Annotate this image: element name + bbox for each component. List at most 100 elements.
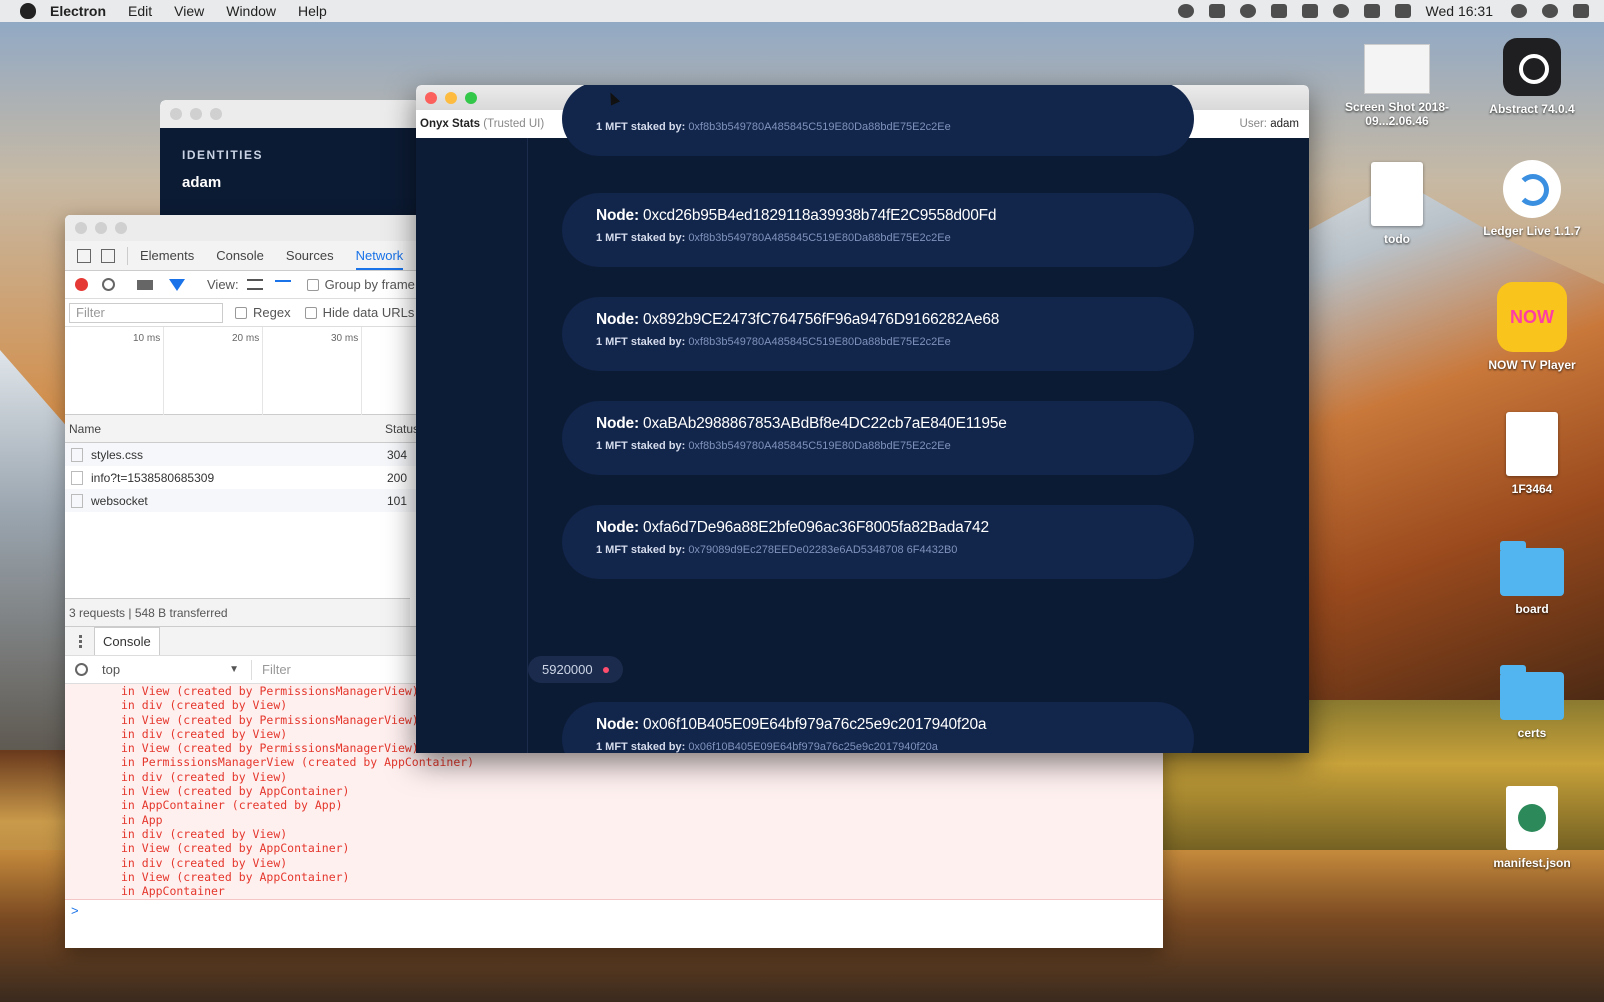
desktop-item-nowtv[interactable]: NOW NOW TV Player [1477, 282, 1587, 372]
window-titlebar[interactable] [160, 100, 420, 128]
regex-checkbox[interactable] [235, 306, 247, 319]
tab-network[interactable]: Network [355, 248, 404, 270]
menu-view[interactable]: View [174, 3, 204, 19]
document-icon [1506, 412, 1558, 476]
document-icon [1371, 162, 1423, 226]
timeline-gridline [262, 327, 263, 415]
minimize-button[interactable] [190, 108, 202, 120]
menubar-clock[interactable]: Wed 16:31 [1426, 3, 1493, 19]
clear-icon[interactable] [102, 278, 115, 291]
notification-center-icon[interactable] [1573, 4, 1589, 18]
device-toolbar-icon[interactable] [101, 248, 115, 263]
live-indicator-icon [602, 666, 609, 673]
file-icon [71, 447, 83, 462]
close-button[interactable] [170, 108, 182, 120]
large-rows-icon[interactable] [246, 279, 263, 290]
zoom-button[interactable] [210, 108, 222, 120]
network-summary: 3 requests | 548 B transferred [65, 598, 410, 626]
desktop-item-abstract[interactable]: Abstract 74.0.4 [1477, 38, 1587, 116]
block-number-badge: 5920000 [528, 656, 623, 683]
node-card[interactable]: Node: 0xaBAb2988867853ABdBf8e4DC22cb7aE8… [562, 401, 1194, 475]
spotlight-icon[interactable] [1511, 4, 1527, 18]
folder-icon [1500, 665, 1564, 720]
timeline-gridline [361, 327, 362, 415]
desktop-item-manifest[interactable]: manifest.json [1477, 786, 1587, 870]
node-card[interactable]: Node: 0xcd26b95B4ed1829118a39938b74fE2C9… [562, 193, 1194, 267]
battery-icon[interactable] [1394, 4, 1411, 18]
docker-icon[interactable] [1270, 4, 1287, 18]
apple-menu-icon[interactable] [20, 3, 36, 19]
app-menu[interactable]: Electron [50, 3, 106, 19]
folder-icon [1500, 541, 1564, 596]
status-icon[interactable] [1177, 4, 1194, 18]
column-status[interactable]: Status [385, 422, 419, 436]
network-filter-input[interactable]: Filter [69, 302, 223, 323]
mainframe-window: Mainframe Onyx Stats (Trusted UI) User: … [416, 85, 1309, 753]
group-by-frame-label: Group by frame [324, 277, 415, 292]
left-column [416, 138, 528, 753]
view-label: View: [207, 277, 239, 292]
column-name[interactable]: Name [69, 422, 101, 436]
timeline-tick: 30 ms [331, 333, 359, 344]
hide-data-urls-label: Hide data URLs [322, 305, 415, 320]
hide-data-urls-checkbox[interactable] [304, 306, 317, 319]
drawer-tab-console[interactable]: Console [94, 627, 160, 655]
app-name: Onyx Stats [420, 118, 481, 130]
menu-bar: Electron Edit View Window Help Wed 16:31 [0, 0, 1604, 22]
onepassword-icon[interactable] [1239, 4, 1256, 18]
regex-label: Regex [253, 305, 291, 320]
trusted-ui-tag: (Trusted UI) [483, 118, 545, 130]
desktop-item-screenshot[interactable]: Screen Shot 2018-09...2.06.46 [1342, 44, 1452, 128]
airplay-icon[interactable] [1301, 4, 1318, 18]
wifi-icon[interactable] [1363, 4, 1380, 18]
close-button[interactable] [75, 222, 87, 234]
dropdown-caret-icon: ▼ [229, 664, 239, 675]
context-selector[interactable]: top ▼ [102, 659, 252, 680]
divider [127, 246, 128, 265]
record-icon[interactable] [75, 278, 88, 291]
group-by-frame-checkbox[interactable] [306, 278, 319, 291]
console-filter-input[interactable]: Filter [262, 662, 291, 677]
timeline-tick: 20 ms [232, 333, 260, 344]
menu-edit[interactable]: Edit [128, 3, 152, 19]
dropbox-icon[interactable] [1208, 4, 1225, 18]
node-card[interactable]: Node: 0x06f10B405E09E64bf979a76c25e9c201… [562, 702, 1194, 753]
json-file-icon [1506, 786, 1558, 850]
clear-console-icon[interactable] [75, 663, 88, 676]
tab-elements[interactable]: Elements [140, 248, 194, 263]
menu-help[interactable]: Help [298, 3, 327, 19]
tab-sources[interactable]: Sources [286, 248, 334, 263]
desktop-item-1f3464[interactable]: 1F3464 [1477, 412, 1587, 496]
node-card[interactable]: 1 MFT staked by: 0xf8b3b549780A485845C51… [562, 85, 1194, 156]
desktop-item-certs[interactable]: certs [1477, 665, 1587, 740]
bluetooth-icon[interactable] [1332, 4, 1349, 18]
identity-user[interactable]: adam [182, 174, 420, 191]
siri-icon[interactable] [1542, 4, 1558, 18]
desktop-item-todo[interactable]: todo [1342, 162, 1452, 246]
node-card[interactable]: Node: 0x892b9CE2473fC764756fF96a9476D916… [562, 297, 1194, 371]
user-label: User: [1239, 118, 1268, 130]
timeline-tick: 10 ms [133, 333, 161, 344]
filter-icon[interactable] [169, 278, 185, 291]
timeline-gridline [163, 327, 164, 415]
tab-console[interactable]: Console [216, 248, 264, 263]
nowtv-icon: NOW [1497, 282, 1567, 352]
wallpaper-mountain-left [0, 350, 70, 750]
more-options-icon[interactable] [79, 634, 82, 648]
minimize-button[interactable] [95, 222, 107, 234]
abstract-app-icon [1503, 38, 1561, 96]
node-card[interactable]: Node: 0xfa6d7De96a88E2bfe096ac36F8005fa8… [562, 505, 1194, 579]
desktop-item-ledger-live[interactable]: Ledger Live 1.1.7 [1477, 160, 1587, 238]
console-prompt[interactable]: > [71, 903, 79, 918]
user-value: adam [1270, 118, 1299, 130]
file-icon [71, 470, 83, 485]
overview-icon[interactable] [274, 279, 291, 290]
identities-heading: IDENTITIES [182, 148, 264, 162]
menu-window[interactable]: Window [226, 3, 276, 19]
inspect-element-icon[interactable] [77, 248, 91, 263]
screenshot-capture-icon[interactable] [137, 279, 153, 290]
file-icon [71, 493, 83, 508]
zoom-button[interactable] [115, 222, 127, 234]
node-list: 1 MFT staked by: 0xf8b3b549780A485845C51… [416, 85, 1309, 753]
desktop-item-board[interactable]: board [1477, 541, 1587, 616]
